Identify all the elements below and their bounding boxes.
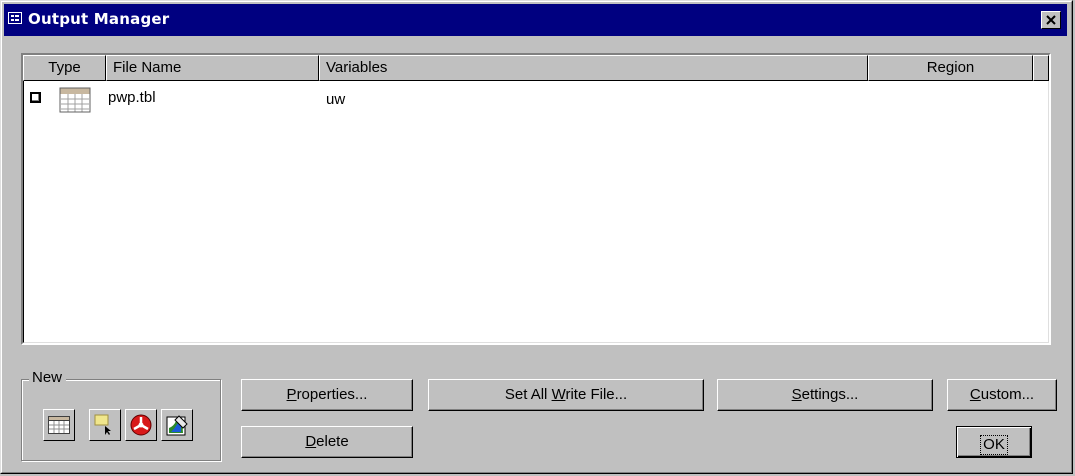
close-icon [1046,15,1056,25]
delete-label: elete [316,433,349,450]
new-contour-button[interactable] [161,409,193,441]
new-table-button[interactable] [43,409,75,441]
ok-button[interactable]: OK [956,426,1032,458]
list-item[interactable]: pwp.tbl uw [23,84,1029,114]
list-header: Type File Name Variables Region [23,55,1049,81]
new-pick-icon [94,414,111,435]
set-all-label-pre: Set All [504,386,552,403]
settings-button[interactable]: Settings... [717,379,933,411]
write-checkbox[interactable] [30,92,41,103]
delete-button[interactable]: Delete [241,426,413,458]
custom-button[interactable]: Custom... [947,379,1057,411]
custom-label: ustom... [980,386,1035,403]
properties-button[interactable]: Properties... [241,379,413,411]
output-manager-window: Output Manager Type File Name Variables … [0,0,1073,474]
column-header-region[interactable]: Region [868,55,1033,81]
file-name-cell: pwp.tbl [108,89,156,106]
title-bar[interactable]: Output Manager [4,4,1067,36]
set-all-hotkey: W [551,386,566,403]
new-radial-icon [130,414,152,436]
column-header-variables[interactable]: Variables [319,55,868,81]
delete-hotkey: D [305,433,317,450]
new-group-label: New [29,369,67,387]
output-file-list[interactable]: Type File Name Variables Region pwp.tbl … [21,53,1051,345]
new-table-icon [48,416,70,434]
column-header-file-name[interactable]: File Name [106,55,319,81]
window-icon[interactable] [8,12,22,24]
column-header-filler [1033,55,1049,81]
column-header-type[interactable]: Type [23,55,106,81]
new-pick-button[interactable] [89,409,121,441]
properties-label: roperties... [296,386,368,403]
custom-hotkey: C [969,386,981,403]
close-button[interactable] [1041,11,1061,29]
set-all-write-file-button[interactable]: Set All Write File... [428,379,704,411]
settings-hotkey: S [791,386,802,403]
new-radial-button[interactable] [125,409,157,441]
settings-label: ettings... [801,386,859,403]
table-icon [59,87,91,113]
set-all-label: rite File... [565,386,628,403]
new-contour-icon [166,415,188,436]
properties-hotkey: P [286,386,297,403]
ok-label: OK [980,434,1008,455]
window-title: Output Manager [28,10,170,28]
variables-cell: uw [326,91,346,108]
